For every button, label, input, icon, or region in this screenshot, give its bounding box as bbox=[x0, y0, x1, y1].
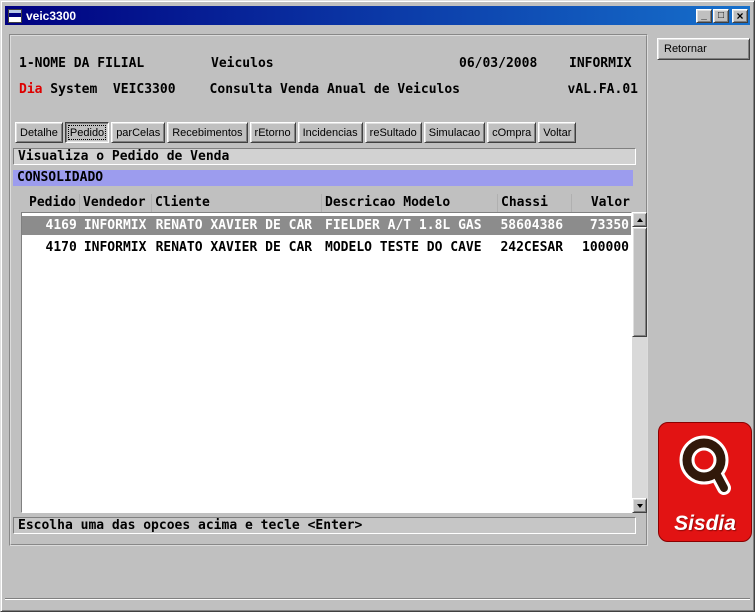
cell-pedido: 4170 bbox=[22, 238, 80, 257]
sisdia-logo-icon bbox=[674, 431, 736, 497]
titlebar[interactable]: veic3300 _ □ × bbox=[5, 6, 750, 25]
section-consolidado: CONSOLIDADO bbox=[13, 170, 633, 186]
scroll-up-button[interactable] bbox=[632, 212, 647, 227]
dia-label: Dia bbox=[19, 82, 42, 97]
sisdia-logo-text: Sisdia bbox=[659, 512, 751, 536]
minimize-button[interactable]: _ bbox=[696, 9, 712, 23]
system-label: Dia System VEIC3300 bbox=[19, 82, 210, 97]
cell-vendedor: INFORMIX bbox=[80, 238, 152, 257]
subtitle-bar: Visualiza o Pedido de Venda bbox=[13, 148, 636, 165]
status-bar: Escolha uma das opcoes acima e tecle <En… bbox=[13, 517, 636, 534]
tab-pedido[interactable]: Pedido bbox=[65, 122, 109, 143]
col-header-descricao-modelo: Descricao Modelo bbox=[321, 194, 497, 212]
screen-title: Consulta Venda Anual de Veiculos bbox=[210, 82, 458, 97]
date-label: 06/03/2008 bbox=[459, 56, 569, 71]
bottom-divider bbox=[5, 598, 750, 600]
tab-parcelas[interactable]: parCelas bbox=[111, 122, 165, 143]
cell-chassi: 58604386 bbox=[496, 216, 570, 235]
cell-pedido: 4169 bbox=[22, 216, 80, 235]
cell-valor: 100000 bbox=[570, 238, 631, 257]
cell-cliente: RENATO XAVIER DE CAR bbox=[152, 238, 321, 257]
col-header-valor: Valor bbox=[571, 194, 632, 212]
tab-bar: Detalhe Pedido parCelas Recebimentos rEt… bbox=[15, 122, 578, 143]
maximize-icon: □ bbox=[718, 10, 724, 22]
cell-chassi: 242CESAR bbox=[496, 238, 570, 257]
tab-resultado[interactable]: reSultado bbox=[365, 122, 422, 143]
system-name-label: System VEIC3300 bbox=[42, 82, 175, 97]
header-line-2: Dia System VEIC3300 Consulta Venda Anual… bbox=[19, 82, 638, 97]
database-label: INFORMIX bbox=[569, 56, 638, 71]
scrollbar-thumb[interactable] bbox=[632, 227, 647, 337]
tab-detalhe[interactable]: Detalhe bbox=[15, 122, 63, 143]
orders-table: Pedido Vendedor Cliente Descricao Modelo… bbox=[21, 194, 647, 514]
retornar-button[interactable]: Retornar bbox=[657, 38, 750, 60]
tab-retorno[interactable]: rEtorno bbox=[250, 122, 296, 143]
app-icon bbox=[8, 9, 22, 23]
cell-descricao-modelo: MODELO TESTE DO CAVE bbox=[321, 238, 496, 257]
cell-cliente: RENATO XAVIER DE CAR bbox=[152, 216, 321, 235]
cell-descricao-modelo: FIELDER A/T 1.8L GAS bbox=[321, 216, 496, 235]
tab-recebimentos[interactable]: Recebimentos bbox=[167, 122, 247, 143]
maximize-button[interactable]: □ bbox=[713, 9, 729, 23]
header-line-1: 1-NOME DA FILIAL Veiculos 06/03/2008 INF… bbox=[19, 56, 638, 71]
header-spacer bbox=[458, 82, 568, 97]
table-body: 4169 INFORMIX RENATO XAVIER DE CAR FIELD… bbox=[21, 212, 632, 513]
col-header-cliente: Cliente bbox=[151, 194, 321, 212]
window-title: veic3300 bbox=[26, 9, 695, 23]
tab-compra[interactable]: cOmpra bbox=[487, 122, 536, 143]
sisdia-logo: Sisdia bbox=[658, 422, 752, 542]
form-panel: 1-NOME DA FILIAL Veiculos 06/03/2008 INF… bbox=[9, 34, 648, 546]
arrow-up-icon bbox=[637, 218, 643, 222]
filial-label: 1-NOME DA FILIAL bbox=[19, 56, 211, 71]
table-row[interactable]: 4169 INFORMIX RENATO XAVIER DE CAR FIELD… bbox=[22, 216, 631, 235]
cell-vendedor: INFORMIX bbox=[80, 216, 152, 235]
col-header-chassi: Chassi bbox=[497, 194, 571, 212]
table-scrollbar[interactable] bbox=[632, 212, 647, 513]
table-row[interactable]: 4170 INFORMIX RENATO XAVIER DE CAR MODEL… bbox=[22, 238, 631, 257]
module-label: Veiculos bbox=[211, 56, 459, 71]
col-header-vendedor: Vendedor bbox=[79, 194, 151, 212]
table-header: Pedido Vendedor Cliente Descricao Modelo… bbox=[21, 194, 647, 212]
tab-simulacao[interactable]: Simulacao bbox=[424, 122, 485, 143]
close-button[interactable]: × bbox=[732, 9, 748, 23]
scroll-down-button[interactable] bbox=[632, 498, 647, 513]
version-label: vAL.FA.01 bbox=[568, 82, 638, 97]
minimize-icon: _ bbox=[701, 6, 707, 26]
window: veic3300 _ □ × 1-NOME DA FILIAL Veiculos… bbox=[0, 0, 755, 612]
cell-valor: 73350 bbox=[570, 216, 631, 235]
arrow-down-icon bbox=[637, 504, 643, 508]
col-header-pedido: Pedido bbox=[21, 194, 79, 212]
tab-incidencias[interactable]: Incidencias bbox=[298, 122, 363, 143]
tab-voltar[interactable]: Voltar bbox=[538, 122, 576, 143]
close-icon: × bbox=[736, 10, 743, 22]
